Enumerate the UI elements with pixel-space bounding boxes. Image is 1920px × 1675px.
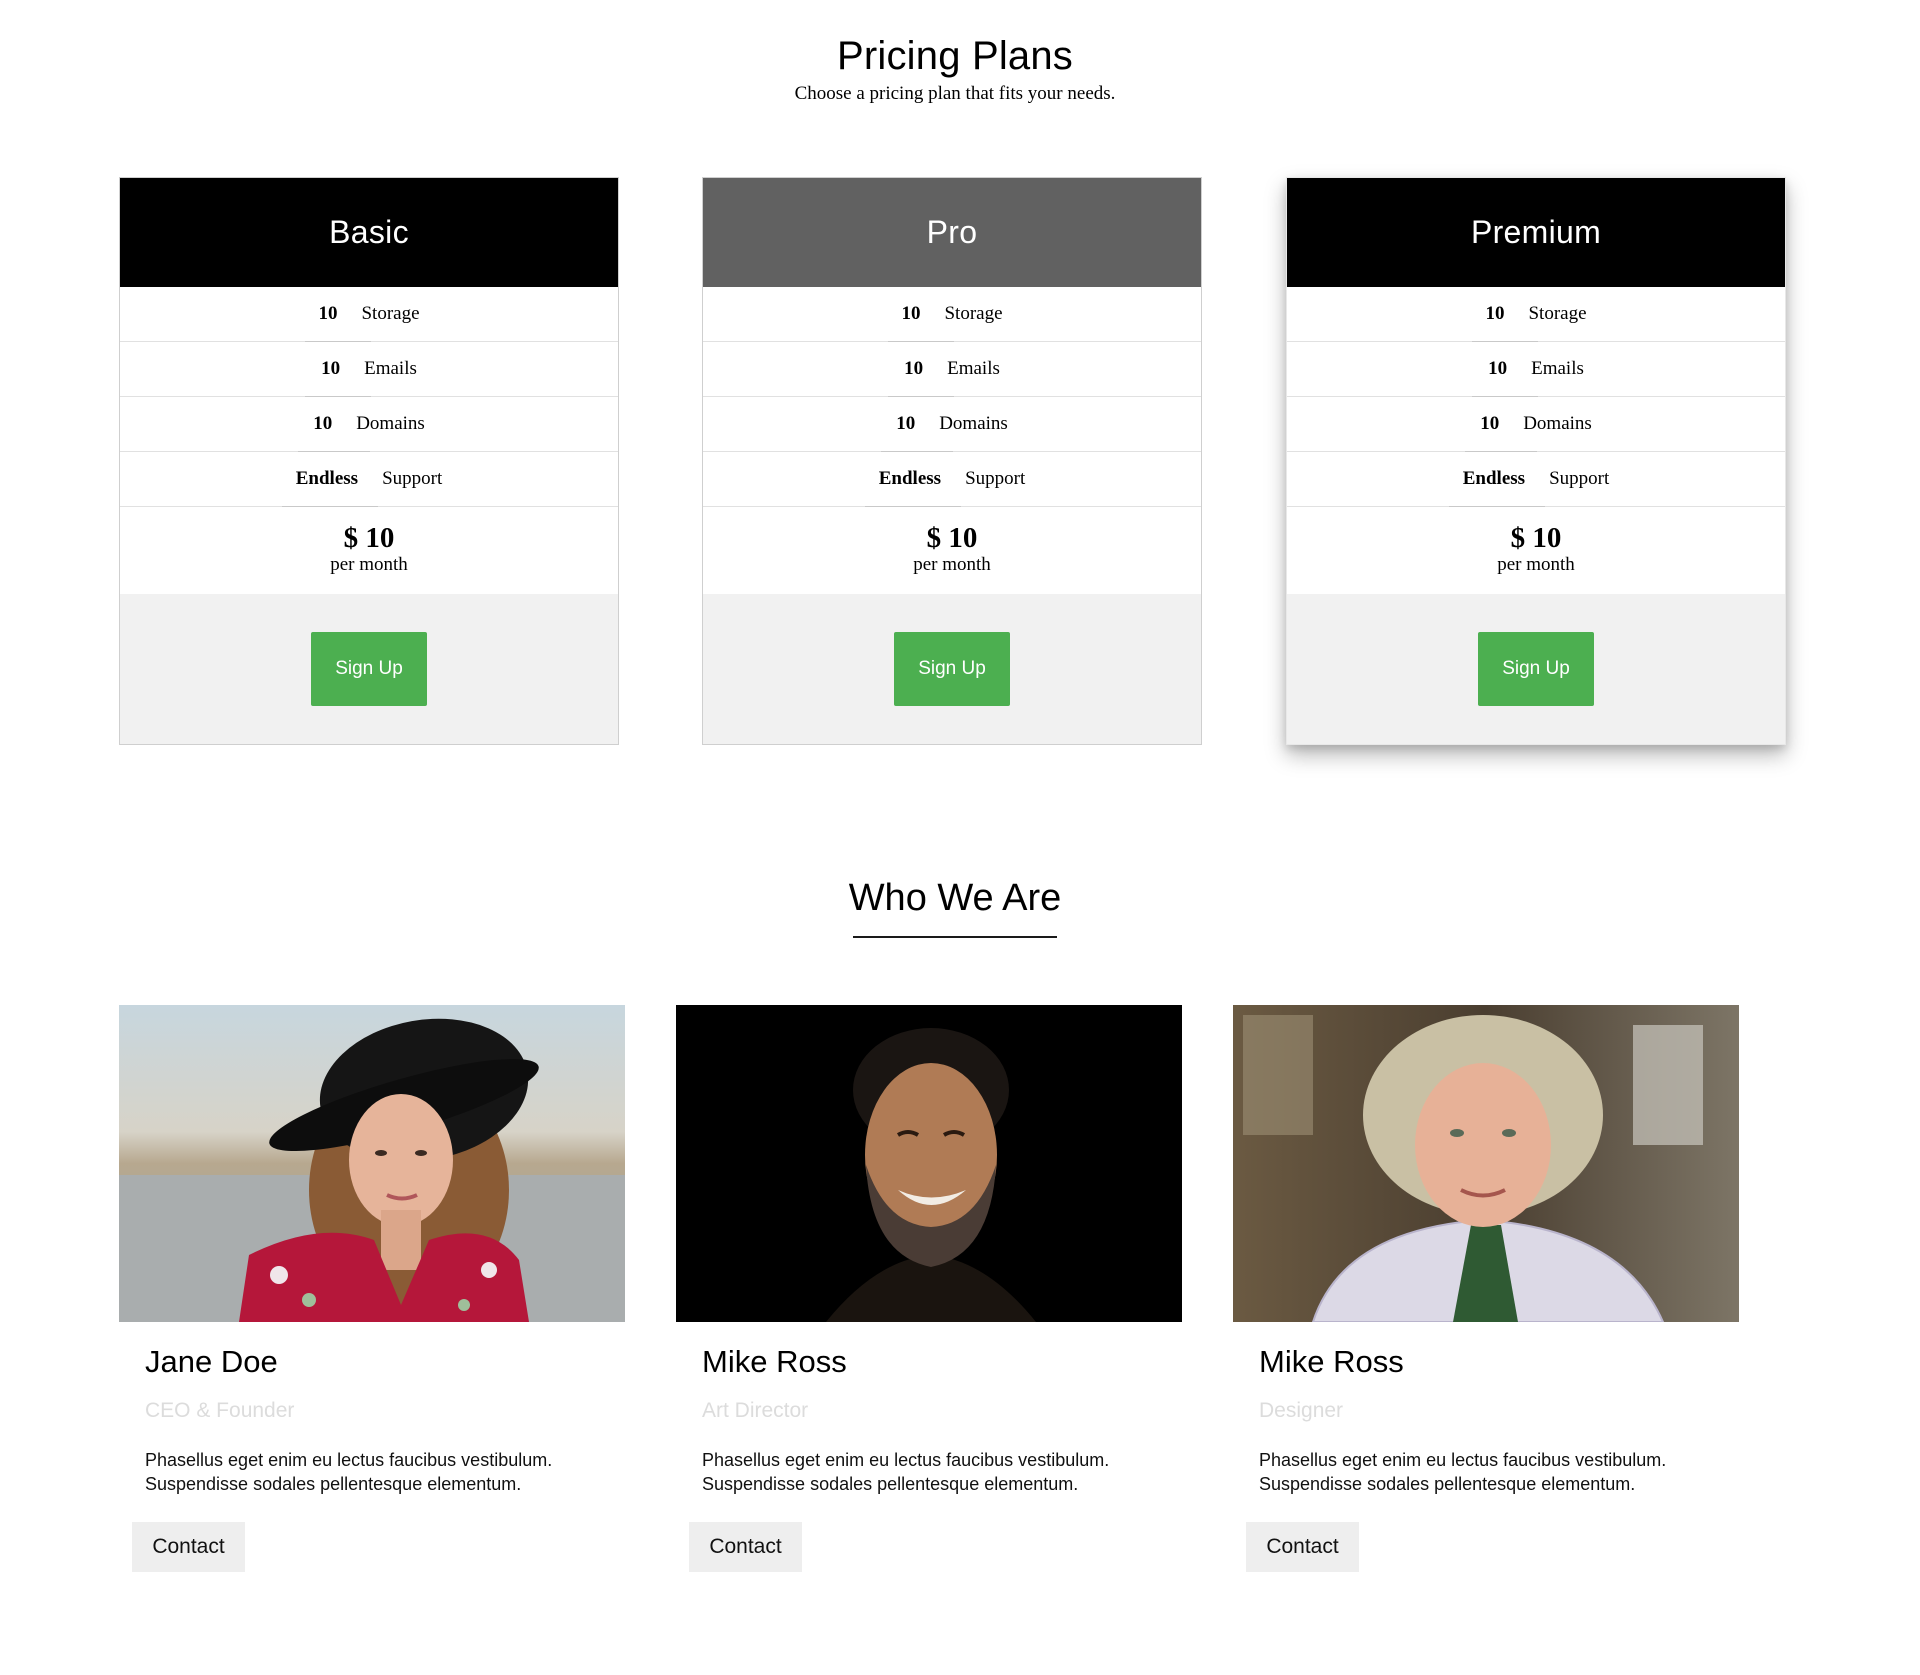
member-name: Mike Ross: [702, 1344, 847, 1379]
feature-label: Domains: [939, 413, 1008, 434]
contact-button[interactable]: Contact: [132, 1522, 245, 1572]
feature-label: Domains: [1523, 413, 1592, 434]
plan-price: $ 10 per month: [120, 507, 618, 596]
feature-value: 10: [901, 303, 921, 324]
pricing-subtitle: Choose a pricing plan that fits your nee…: [794, 83, 1116, 104]
plan-feature-storage: 10 Storage: [1287, 287, 1785, 342]
feature-value: 10: [1488, 358, 1508, 379]
feature-label: Storage: [361, 303, 420, 324]
plan-feature-emails: 10 Emails: [1287, 342, 1785, 397]
plan-feature-domains: 10 Domains: [120, 397, 618, 452]
card-body: Mike Ross Art Director Phasellus eget en…: [676, 1322, 1182, 1572]
feature-value: Endless: [295, 468, 359, 489]
team-card-mike-ross-art-director: Mike Ross Art Director Phasellus eget en…: [676, 1005, 1182, 1572]
member-role: Designer: [1259, 1399, 1344, 1422]
price-period: per month: [1497, 554, 1575, 575]
feature-value: Endless: [878, 468, 942, 489]
title-underline: [853, 936, 1057, 938]
feature-label: Support: [1549, 468, 1610, 489]
feature-underline: [1449, 506, 1545, 507]
feature-label: Storage: [1528, 303, 1587, 324]
member-name: Jane Doe: [145, 1344, 278, 1379]
price-amount: $ 10: [1510, 522, 1562, 554]
team-title: Who We Are: [848, 877, 1062, 919]
member-bio: Phasellus eget enim eu lectus faucibus v…: [145, 1450, 553, 1494]
feature-label: Support: [382, 468, 443, 489]
plan-name: Premium: [1287, 178, 1785, 287]
plan-footer: Sign Up: [120, 594, 618, 744]
portrait-image: [676, 1005, 1182, 1322]
feature-value: 10: [896, 413, 916, 434]
plan-feature-emails: 10 Emails: [120, 342, 618, 397]
feature-label: Storage: [944, 303, 1003, 324]
feature-label: Emails: [364, 358, 417, 379]
card-body: Mike Ross Designer Phasellus eget enim e…: [1233, 1322, 1739, 1572]
pricing-plans: Basic 10 Storage 10 Emails 10 Domains Endle…: [119, 177, 1789, 745]
card-body: Jane Doe CEO & Founder Phasellus eget en…: [119, 1322, 625, 1572]
plan-card-premium: Premium 10 Storage 10 Emails 10 Domains End…: [1286, 177, 1786, 745]
feature-label: Support: [965, 468, 1026, 489]
member-bio: Phasellus eget enim eu lectus faucibus v…: [702, 1450, 1110, 1494]
feature-value: 10: [1480, 413, 1500, 434]
plan-price: $ 10 per month: [1287, 507, 1785, 596]
pricing-title: Pricing Plans: [836, 34, 1074, 78]
price-amount: $ 10: [926, 522, 978, 554]
feature-value: Endless: [1462, 468, 1526, 489]
team-card-mike-ross-designer: Mike Ross Designer Phasellus eget enim e…: [1233, 1005, 1739, 1572]
plan-feature-support: Endless Support: [120, 452, 618, 507]
plan-feature-storage: 10 Storage: [703, 287, 1201, 342]
member-role: Art Director: [702, 1399, 809, 1422]
member-photo: [119, 1005, 625, 1322]
feature-value: 10: [904, 358, 924, 379]
feature-label: Emails: [1531, 358, 1584, 379]
plan-price: $ 10 per month: [703, 507, 1201, 596]
contact-button[interactable]: Contact: [689, 1522, 802, 1572]
sign-up-button[interactable]: Sign Up: [1478, 632, 1594, 706]
plan-card-pro: Pro 10 Storage 10 Emails 10 Domains Endless…: [702, 177, 1202, 745]
price-period: per month: [913, 554, 991, 575]
portrait-image: [119, 1005, 625, 1322]
feature-label: Domains: [356, 413, 425, 434]
plan-name: Basic: [120, 178, 618, 287]
plan-feature-domains: 10 Domains: [703, 397, 1201, 452]
contact-button[interactable]: Contact: [1246, 1522, 1359, 1572]
sign-up-button[interactable]: Sign Up: [894, 632, 1010, 706]
portrait-image: [1233, 1005, 1739, 1322]
feature-value: 10: [318, 303, 338, 324]
feature-underline: [865, 506, 961, 507]
member-name: Mike Ross: [1259, 1344, 1404, 1379]
price-amount: $ 10: [343, 522, 395, 554]
member-photo: [676, 1005, 1182, 1322]
pricing-header: Pricing Plans Choose a pricing plan that…: [0, 30, 1910, 106]
feature-value: 10: [1485, 303, 1505, 324]
plan-footer: Sign Up: [1287, 594, 1785, 744]
price-period: per month: [330, 554, 408, 575]
feature-underline: [282, 506, 378, 507]
plan-card-basic: Basic 10 Storage 10 Emails 10 Domains Endle…: [119, 177, 619, 745]
plan-feature-support: Endless Support: [1287, 452, 1785, 507]
plan-name: Pro: [703, 178, 1201, 287]
plan-feature-domains: 10 Domains: [1287, 397, 1785, 452]
plan-feature-support: Endless Support: [703, 452, 1201, 507]
member-photo: [1233, 1005, 1739, 1322]
feature-label: Emails: [947, 358, 1000, 379]
feature-value: 10: [313, 413, 333, 434]
member-role: CEO & Founder: [145, 1399, 295, 1422]
member-bio: Phasellus eget enim eu lectus faucibus v…: [1259, 1450, 1667, 1494]
team-card-jane-doe: Jane Doe CEO & Founder Phasellus eget en…: [119, 1005, 625, 1572]
plan-feature-emails: 10 Emails: [703, 342, 1201, 397]
team-header: Who We Are: [0, 875, 1910, 938]
feature-value: 10: [321, 358, 341, 379]
plan-footer: Sign Up: [703, 594, 1201, 744]
sign-up-button[interactable]: Sign Up: [311, 632, 427, 706]
plan-feature-storage: 10 Storage: [120, 287, 618, 342]
